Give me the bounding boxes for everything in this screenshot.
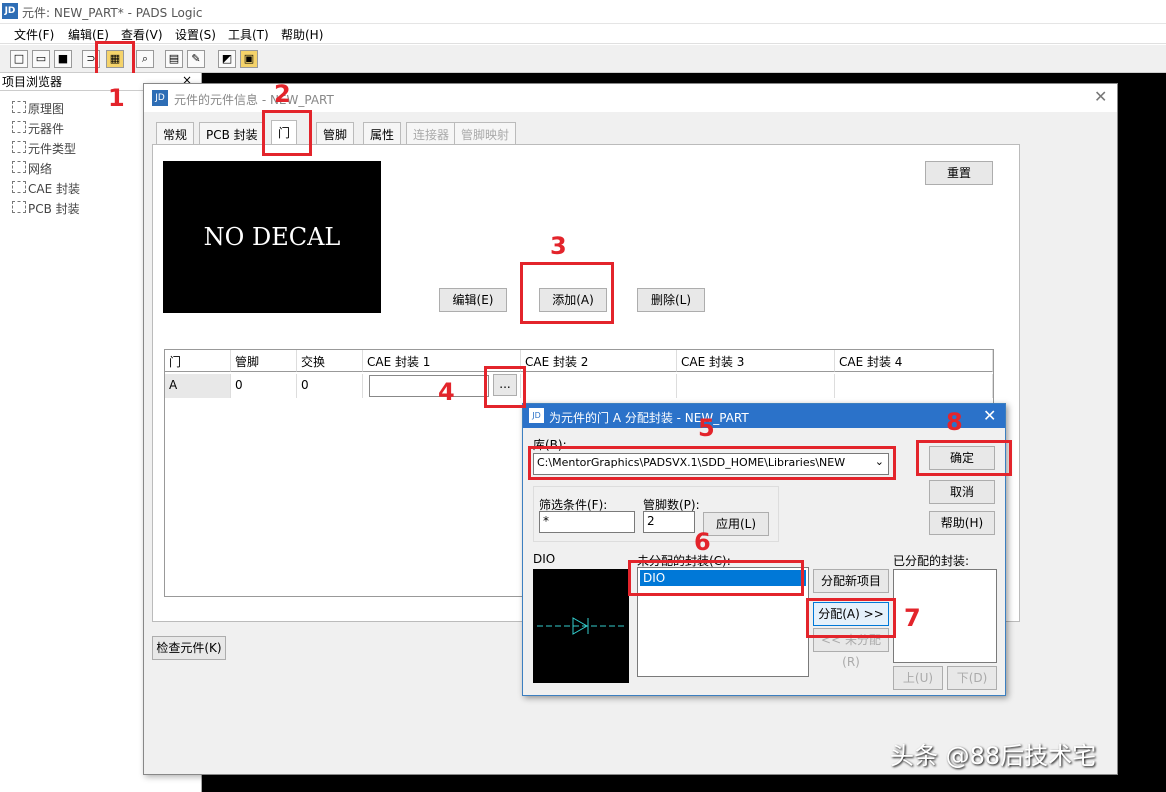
annotation-box-8 <box>916 440 1012 476</box>
annotation-label-1: 1 <box>108 84 125 112</box>
grid-header: CAE 封装 4 <box>835 350 993 372</box>
tab-pin-mapping[interactable]: 管脚映射 <box>454 122 517 144</box>
subdialog-titlebar: JD 为元件的门 A 分配封装 - NEW_PART ✕ <box>523 404 1005 428</box>
annotation-label-2: 2 <box>274 80 291 108</box>
assigned-label: 已分配的封装: <box>893 554 970 568</box>
tab-connector[interactable]: 连接器 <box>406 122 457 144</box>
grid-cell-pins[interactable]: 0 <box>231 374 297 398</box>
tab-general[interactable]: 常规 <box>156 122 195 144</box>
net-icon <box>12 161 26 173</box>
close-icon[interactable]: ✕ <box>983 406 996 425</box>
filter-input[interactable]: * <box>539 511 635 533</box>
new-icon[interactable]: □ <box>10 50 28 68</box>
tree-item-part-types[interactable]: 元件类型 <box>12 140 76 157</box>
grid-header: 管脚 <box>231 350 297 372</box>
tab-pins[interactable]: 管脚 <box>316 122 355 144</box>
annotation-label-3: 3 <box>550 232 567 260</box>
menu-tools[interactable]: 工具(T) <box>228 26 269 43</box>
annotation-label-8: 8 <box>946 408 963 436</box>
cae1-input[interactable] <box>369 375 489 397</box>
tree-item-schematic[interactable]: 原理图 <box>12 100 64 117</box>
grid-header: CAE 封装 3 <box>677 350 835 372</box>
open-icon[interactable]: ▭ <box>32 50 50 68</box>
tab-pcb-decals[interactable]: PCB 封装 <box>199 122 265 144</box>
app-titlebar: JD 元件: NEW_PART* - PADS Logic <box>0 0 1166 24</box>
subdialog-title: 为元件的门 A 分配封装 - NEW_PART <box>549 411 749 425</box>
tab-attributes[interactable]: 属性 <box>363 122 402 144</box>
toolbar: □ ▭ ■ ⊃ ▦ ⌕ ▤ ✎ ◩ ▣ <box>0 45 1166 73</box>
delete-button[interactable]: 删除(L) <box>637 288 705 312</box>
decal-icon <box>12 201 26 213</box>
menu-help[interactable]: 帮助(H) <box>281 26 323 43</box>
grid-header: CAE 封装 2 <box>521 350 677 372</box>
window-icon[interactable]: ▣ <box>240 50 258 68</box>
tree-item-components[interactable]: 元器件 <box>12 120 64 137</box>
grid-cell-cae3[interactable] <box>677 374 835 398</box>
edit-button[interactable]: 编辑(E) <box>439 288 507 312</box>
grid-cell-swap[interactable]: 0 <box>297 374 363 398</box>
diode-preview <box>533 569 629 683</box>
annotation-label-5: 5 <box>698 414 715 442</box>
grid-cell-gate[interactable]: A <box>165 374 231 398</box>
folder-icon <box>12 101 26 113</box>
folder-icon <box>12 141 26 153</box>
grid-header: 门 <box>165 350 231 372</box>
cancel-button[interactable]: 取消 <box>929 480 995 504</box>
annotation-label-6: 6 <box>694 528 711 556</box>
annotation-box-5 <box>528 446 896 480</box>
search-icon[interactable]: ⌕ <box>136 50 154 68</box>
decal-preview: NO DECAL <box>163 161 381 313</box>
grid-cell-cae2[interactable] <box>521 374 677 398</box>
tree-item-pcb-decals[interactable]: PCB 封装 <box>12 200 80 217</box>
tree-item-nets[interactable]: 网络 <box>12 160 52 177</box>
folder-icon <box>12 121 26 133</box>
up-button[interactable]: 上(U) <box>893 666 943 690</box>
grid-cell-cae4[interactable] <box>835 374 993 398</box>
dialog-icon: JD <box>152 90 168 106</box>
annotation-box-3 <box>520 262 614 324</box>
menu-file[interactable]: 文件(F) <box>14 26 54 43</box>
annotation-box-4 <box>484 366 526 408</box>
annotation-box-6 <box>628 560 804 596</box>
annotation-box-7 <box>806 598 896 638</box>
tree-item-cae-decals[interactable]: CAE 封装 <box>12 180 80 197</box>
annotation-label-7: 7 <box>904 604 921 632</box>
decal-icon <box>12 181 26 193</box>
chart-icon[interactable]: ◩ <box>218 50 236 68</box>
brush-icon[interactable]: ✎ <box>187 50 205 68</box>
diode-icon <box>537 617 625 635</box>
save-icon[interactable]: ■ <box>54 50 72 68</box>
app-icon: JD <box>2 3 18 19</box>
grid-header: 交换 <box>297 350 363 372</box>
library-icon[interactable]: ▤ <box>165 50 183 68</box>
close-icon[interactable]: ✕ <box>1094 87 1107 106</box>
reset-button[interactable]: 重置 <box>925 161 993 185</box>
check-part-button[interactable]: 检查元件(K) <box>152 636 226 660</box>
watermark: 头条 @88后技术宅 <box>890 742 1097 770</box>
pin-count-input[interactable]: 2 <box>643 511 695 533</box>
menubar: 文件(F) 编辑(E) 查看(V) 设置(S) 工具(T) 帮助(H) <box>0 24 1166 44</box>
annotation-label-4: 4 <box>438 378 455 406</box>
preview-label: DIO <box>533 552 556 566</box>
dialog-icon: JD <box>529 408 544 423</box>
project-browser-title: 项目浏览器 <box>2 75 63 89</box>
annotation-box-2 <box>262 110 312 156</box>
help-button[interactable]: 帮助(H) <box>929 511 995 535</box>
down-button[interactable]: 下(D) <box>947 666 997 690</box>
app-title: 元件: NEW_PART* - PADS Logic <box>22 6 203 20</box>
apply-button[interactable]: 应用(L) <box>703 512 769 536</box>
dialog-title: 元件的元件信息 - NEW_PART <box>174 93 334 107</box>
menu-setup[interactable]: 设置(S) <box>175 26 216 43</box>
assign-new-button[interactable]: 分配新项目 <box>813 569 889 593</box>
